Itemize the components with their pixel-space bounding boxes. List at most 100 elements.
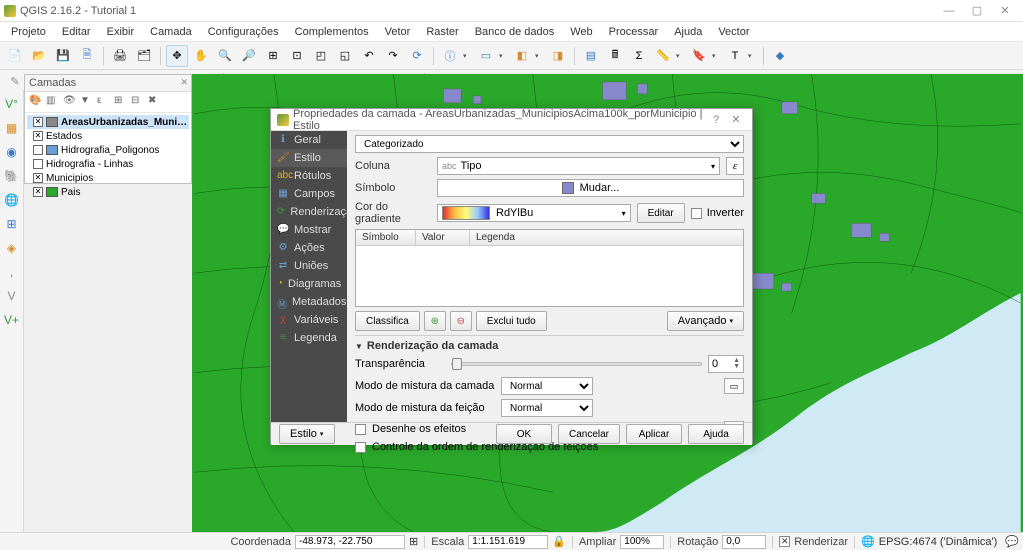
crs-label[interactable]: EPSG:4674 ('Dinâmica'): [879, 536, 998, 548]
scale-input[interactable]: [468, 535, 548, 549]
attribute-table-icon[interactable]: ▤: [580, 45, 602, 67]
new-shapefile-icon[interactable]: V+: [2, 310, 22, 330]
layer-row[interactable]: ✕Pais: [27, 185, 189, 199]
layer-checkbox[interactable]: ✕: [33, 173, 43, 183]
nav-item-estilo[interactable]: 🖌Estilo: [271, 149, 347, 167]
menu-editar[interactable]: Editar: [55, 24, 98, 40]
add-virtual-icon[interactable]: V: [2, 286, 22, 306]
add-wms-icon[interactable]: 🌐: [2, 190, 22, 210]
nav-item-uniões[interactable]: ⇄Uniões: [271, 257, 347, 275]
table-header-symbol[interactable]: Símbolo: [356, 230, 416, 245]
style-type-select[interactable]: Categorizado: [355, 135, 744, 153]
blend-feature-select[interactable]: Normal: [501, 399, 593, 417]
menu-banco[interactable]: Banco de dados: [468, 24, 562, 40]
menu-web[interactable]: Web: [563, 24, 599, 40]
delete-category-button[interactable]: ⊖: [450, 311, 472, 331]
composer-manager-icon[interactable]: 🗂: [133, 45, 155, 67]
add-csv-icon[interactable]: ,: [2, 262, 22, 282]
refresh-icon[interactable]: ⟳: [406, 45, 428, 67]
zoom-native-icon[interactable]: ⊞: [262, 45, 284, 67]
decorations-icon[interactable]: ◆: [769, 45, 791, 67]
menu-ajuda[interactable]: Ajuda: [667, 24, 709, 40]
menu-configuracoes[interactable]: Configurações: [201, 24, 286, 40]
add-raster-layer-icon[interactable]: ▦: [2, 118, 22, 138]
menu-projeto[interactable]: Projeto: [4, 24, 53, 40]
column-select[interactable]: abc Tipo ▾: [437, 157, 720, 175]
advanced-button[interactable]: Avançado▾: [667, 311, 744, 331]
dialog-titlebar[interactable]: Propriedades da camada - AreasUrbanizada…: [271, 109, 752, 131]
zoom-layer-icon[interactable]: ◱: [334, 45, 356, 67]
menu-camada[interactable]: Camada: [143, 24, 199, 40]
crs-icon[interactable]: 🌐: [861, 535, 875, 548]
layer-expr-icon[interactable]: ε: [97, 95, 111, 109]
nav-item-diagramas[interactable]: ◔Diagramas: [271, 275, 347, 293]
nav-item-geral[interactable]: ℹGeral: [271, 131, 347, 149]
nav-item-renderização[interactable]: ⟳Renderização: [271, 203, 347, 221]
transparency-spinbox[interactable]: 0▲▼: [708, 355, 744, 373]
layer-row[interactable]: ✕AreasUrbanizadas_MunicipiosA...: [27, 115, 189, 129]
render-checkbox[interactable]: ✕: [779, 536, 790, 547]
cancel-button[interactable]: Cancelar: [558, 424, 620, 444]
classify-button[interactable]: Classifica: [355, 311, 420, 331]
layer-style-icon[interactable]: 🎨: [29, 95, 43, 109]
select-expr-icon[interactable]: ◨: [547, 45, 569, 67]
menu-processar[interactable]: Processar: [602, 24, 666, 40]
zoom-full-icon[interactable]: ⊡: [286, 45, 308, 67]
nav-item-variáveis[interactable]: χVariáveis: [271, 311, 347, 329]
window-minimize-button[interactable]: —: [935, 5, 963, 17]
nav-item-campos[interactable]: ▦Campos: [271, 185, 347, 203]
messages-icon[interactable]: 💬: [1005, 535, 1019, 548]
layer-checkbox[interactable]: [33, 159, 43, 169]
layer-checkbox[interactable]: ✕: [33, 117, 43, 127]
layer-collapse-icon[interactable]: ⊟: [131, 95, 145, 109]
measure-icon[interactable]: 📏: [652, 45, 674, 67]
clear-all-button[interactable]: Exclui tudo: [476, 311, 547, 331]
nav-item-mostrar[interactable]: 💬Mostrar: [271, 221, 347, 239]
layer-row[interactable]: Hidrografia_Poligonos: [27, 143, 189, 157]
layer-remove-icon[interactable]: ✖: [148, 95, 162, 109]
new-project-icon[interactable]: 📄: [4, 45, 26, 67]
add-postgis-icon[interactable]: 🐘: [2, 166, 22, 186]
select-icon[interactable]: ▭: [475, 45, 497, 67]
layers-panel-close-icon[interactable]: ✕: [180, 77, 188, 88]
blend-layer-select[interactable]: Normal: [501, 377, 593, 395]
save-as-icon[interactable]: 🗎: [76, 45, 98, 67]
add-spatialite-icon[interactable]: ◉: [2, 142, 22, 162]
stats-icon[interactable]: Σ: [628, 45, 650, 67]
coord-input[interactable]: [295, 535, 405, 549]
layer-row[interactable]: ✕Estados: [27, 129, 189, 143]
text-annotation-icon[interactable]: T: [724, 45, 746, 67]
categories-table[interactable]: Símbolo Valor Legenda: [355, 229, 744, 307]
style-menu-button[interactable]: Estilo▾: [279, 424, 335, 444]
gradient-select[interactable]: RdYlBu ▾: [437, 204, 631, 222]
field-calc-icon[interactable]: 🖩: [604, 45, 626, 67]
layer-checkbox[interactable]: ✕: [33, 187, 43, 197]
scale-lock-icon[interactable]: 🔒: [552, 535, 566, 548]
nav-item-legenda[interactable]: ≡Legenda: [271, 329, 347, 347]
add-category-button[interactable]: ⊕: [424, 311, 446, 331]
dialog-help-button[interactable]: ?: [706, 114, 726, 126]
layer-row[interactable]: Hidrografia - Linhas: [27, 157, 189, 171]
menu-vector[interactable]: Vector: [711, 24, 756, 40]
transparency-slider[interactable]: [451, 362, 702, 366]
layers-tree[interactable]: ✕AreasUrbanizadas_MunicipiosA...✕Estados…: [25, 113, 191, 201]
rotation-input[interactable]: [722, 535, 766, 549]
nav-item-ações[interactable]: ⚙Ações: [271, 239, 347, 257]
save-project-icon[interactable]: 💾: [52, 45, 74, 67]
add-vector-layer-icon[interactable]: V°: [2, 94, 22, 114]
render-collapse-icon[interactable]: ▼: [355, 342, 363, 351]
layer-filter-icon[interactable]: ▼: [80, 95, 94, 109]
blend-extra-button[interactable]: ▭: [724, 378, 744, 394]
add-wfs-icon[interactable]: ◈: [2, 238, 22, 258]
zoom-selection-icon[interactable]: ◰: [310, 45, 332, 67]
layer-checkbox[interactable]: [33, 145, 43, 155]
layer-expand-icon[interactable]: ⊞: [114, 95, 128, 109]
zoom-input[interactable]: [620, 535, 664, 549]
gradient-invert-checkbox[interactable]: Inverter: [691, 207, 744, 219]
menu-exibir[interactable]: Exibir: [100, 24, 142, 40]
layer-row[interactable]: ✕Municipios: [27, 171, 189, 185]
pan-to-selection-icon[interactable]: ✋: [190, 45, 212, 67]
dialog-close-button[interactable]: ✕: [726, 113, 746, 126]
window-maximize-button[interactable]: ▢: [963, 4, 991, 17]
print-composer-icon[interactable]: 🖨: [109, 45, 131, 67]
